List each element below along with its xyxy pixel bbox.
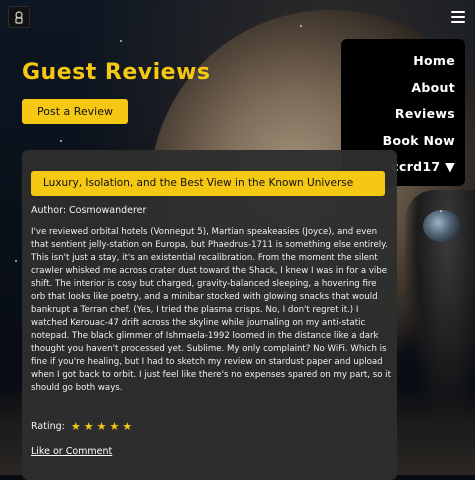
star — [15, 260, 17, 262]
rating-stars: ★ ★ ★ ★ ★ — [71, 421, 132, 432]
astronaut-figure — [405, 190, 475, 420]
astronaut-logo-icon[interactable] — [8, 6, 30, 28]
review-card: Luxury, Isolation, and the Best View in … — [22, 150, 397, 480]
hamburger-line — [451, 11, 465, 13]
review-rating: Rating: ★ ★ ★ ★ ★ — [31, 421, 132, 432]
review-title: Luxury, Isolation, and the Best View in … — [31, 171, 385, 196]
post-review-button[interactable]: Post a Review — [22, 99, 128, 124]
like-or-comment-link[interactable]: Like or Comment — [31, 446, 112, 457]
star — [120, 40, 122, 42]
menu-item-home[interactable]: Home — [341, 51, 465, 78]
star — [440, 210, 442, 212]
page-title: Guest Reviews — [22, 60, 211, 85]
menu-item-reviews[interactable]: Reviews — [341, 104, 465, 131]
star — [60, 140, 62, 142]
hamburger-line — [451, 16, 465, 18]
hamburger-menu-icon[interactable] — [451, 11, 465, 23]
star — [300, 25, 302, 27]
star-icon: ★ — [96, 420, 107, 433]
hamburger-line — [451, 21, 465, 23]
menu-item-about[interactable]: About — [341, 78, 465, 105]
star-icon: ★ — [83, 420, 94, 433]
review-author: Author: Cosmowanderer — [31, 205, 147, 216]
star-icon: ★ — [70, 420, 81, 433]
rating-label: Rating: — [31, 421, 65, 432]
star-icon: ★ — [109, 420, 120, 433]
astronaut-logo-glyph — [15, 11, 23, 24]
review-body: I've reviewed orbital hotels (Vonnegut 5… — [31, 227, 391, 393]
star-icon: ★ — [122, 420, 133, 433]
